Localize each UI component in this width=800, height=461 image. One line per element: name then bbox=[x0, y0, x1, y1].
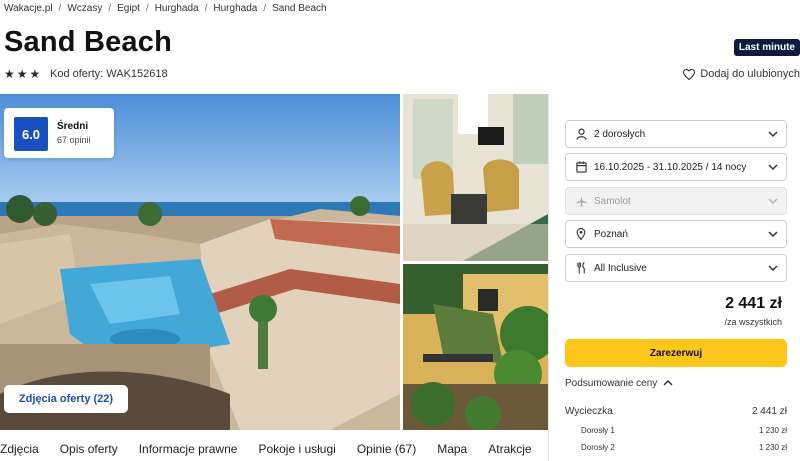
summary-trip-value: 2 441 zł bbox=[751, 406, 787, 417]
breadcrumb-separator: / bbox=[58, 3, 62, 14]
tab-legal-info[interactable]: Informacje prawne bbox=[139, 442, 238, 456]
departure-value: Poznań bbox=[594, 228, 628, 240]
star-icon: ★ bbox=[4, 67, 15, 81]
transport-value: Samolot bbox=[594, 195, 631, 207]
dates-value: 16.10.2025 - 31.10.2025 / 14 nocy bbox=[594, 161, 747, 173]
tab-attractions[interactable]: Atrakcje bbox=[488, 442, 531, 456]
price-summary-toggle[interactable]: Podsumowanie ceny bbox=[565, 378, 673, 389]
chevron-down-icon bbox=[768, 265, 778, 271]
room-photo bbox=[403, 94, 548, 261]
chevron-down-icon bbox=[768, 198, 778, 204]
summary-row-label: Dorosły 2 bbox=[581, 443, 615, 452]
board-value: All Inclusive bbox=[594, 262, 647, 274]
summary-row: Dorosły 2 1 230 zł bbox=[565, 443, 787, 452]
summary-trip-row: Wycieczka 2 441 zł bbox=[565, 406, 787, 417]
breadcrumb-separator: / bbox=[145, 3, 149, 14]
hotel-photo-garden[interactable] bbox=[403, 264, 548, 430]
plane-icon bbox=[574, 195, 588, 207]
chevron-up-icon bbox=[663, 378, 673, 389]
booking-panel: 2 dorosłych 16.10.2025 - 31.10.2025 / 14… bbox=[548, 94, 800, 461]
location-pin-icon bbox=[574, 228, 588, 240]
breadcrumb-item-current: Sand Beach bbox=[272, 3, 327, 14]
hotel-photo-room[interactable] bbox=[403, 94, 548, 261]
travelers-value: 2 dorosłych bbox=[594, 128, 646, 140]
tab-map[interactable]: Mapa bbox=[437, 442, 467, 456]
breadcrumb-item[interactable]: Wczasy bbox=[67, 3, 102, 14]
tab-rooms-services[interactable]: Pokoje i usługi bbox=[258, 442, 335, 456]
last-minute-badge: Last minute bbox=[733, 39, 800, 56]
star-icon: ★ bbox=[29, 67, 41, 81]
summary-row-value: 1 230 zł bbox=[758, 426, 787, 435]
summary-row-label: Dorosły 1 bbox=[581, 426, 615, 435]
travelers-select[interactable]: 2 dorosłych bbox=[565, 120, 787, 148]
chevron-down-icon bbox=[768, 231, 778, 237]
breadcrumb-item[interactable]: Hurghada bbox=[155, 3, 199, 14]
breadcrumb-item[interactable]: Egipt bbox=[117, 3, 140, 14]
dates-select[interactable]: 16.10.2025 - 31.10.2025 / 14 nocy bbox=[565, 153, 787, 181]
board-select[interactable]: All Inclusive bbox=[565, 254, 787, 282]
rating-count[interactable]: 67 opinii bbox=[57, 135, 91, 145]
breadcrumb-separator: / bbox=[204, 3, 208, 14]
cutlery-icon bbox=[574, 262, 588, 274]
summary-row-value: 1 230 zł bbox=[758, 443, 787, 452]
add-to-favorites-label: Dodaj do ulubionych bbox=[700, 68, 800, 80]
rating-score: 6.0 bbox=[14, 117, 48, 151]
offer-tabs: Zdjęcia Opis oferty Informacje prawne Po… bbox=[0, 442, 548, 456]
chevron-down-icon bbox=[768, 131, 778, 137]
price-summary-label: Podsumowanie ceny bbox=[565, 378, 658, 389]
hotel-photo-main[interactable]: 6.0 Średni 67 opinii Zdjęcia oferty (22) bbox=[0, 94, 400, 430]
offer-code: Kod oferty: WAK152618 bbox=[50, 68, 168, 80]
breadcrumb-separator: / bbox=[108, 3, 112, 14]
reserve-button[interactable]: Zarezerwuj bbox=[565, 339, 787, 367]
tab-reviews[interactable]: Opinie (67) bbox=[357, 442, 416, 456]
tab-description[interactable]: Opis oferty bbox=[60, 442, 118, 456]
offer-photos-button[interactable]: Zdjęcia oferty (22) bbox=[4, 385, 128, 413]
person-icon bbox=[574, 128, 588, 140]
summary-trip-label: Wycieczka bbox=[565, 406, 613, 417]
departure-select[interactable]: Poznań bbox=[565, 220, 787, 248]
heart-icon bbox=[683, 68, 696, 80]
calendar-icon bbox=[574, 161, 588, 173]
star-icon: ★ bbox=[16, 67, 28, 81]
transport-select: Samolot bbox=[565, 187, 787, 215]
breadcrumb-separator: / bbox=[263, 3, 267, 14]
summary-row: Dorosły 1 1 230 zł bbox=[565, 426, 787, 435]
breadcrumb-item[interactable]: Hurghada bbox=[213, 3, 257, 14]
rating-label: Średni bbox=[57, 121, 89, 132]
hotel-stars: ★ ★ ★ bbox=[4, 67, 40, 81]
total-price: 2 441 zł bbox=[725, 295, 782, 312]
price-note: /za wszystkich bbox=[724, 317, 782, 327]
add-to-favorites-button[interactable]: Dodaj do ulubionych bbox=[683, 68, 800, 80]
breadcrumb-item[interactable]: Wakacje.pl bbox=[4, 3, 53, 14]
rating-card[interactable]: 6.0 Średni 67 opinii bbox=[4, 108, 114, 158]
tab-photos[interactable]: Zdjęcia bbox=[0, 442, 39, 456]
breadcrumb: Wakacje.pl / Wczasy / Egipt / Hurghada / Hur… bbox=[4, 3, 327, 14]
garden-photo bbox=[403, 264, 548, 430]
chevron-down-icon bbox=[768, 164, 778, 170]
page-title: Sand Beach bbox=[4, 26, 172, 58]
